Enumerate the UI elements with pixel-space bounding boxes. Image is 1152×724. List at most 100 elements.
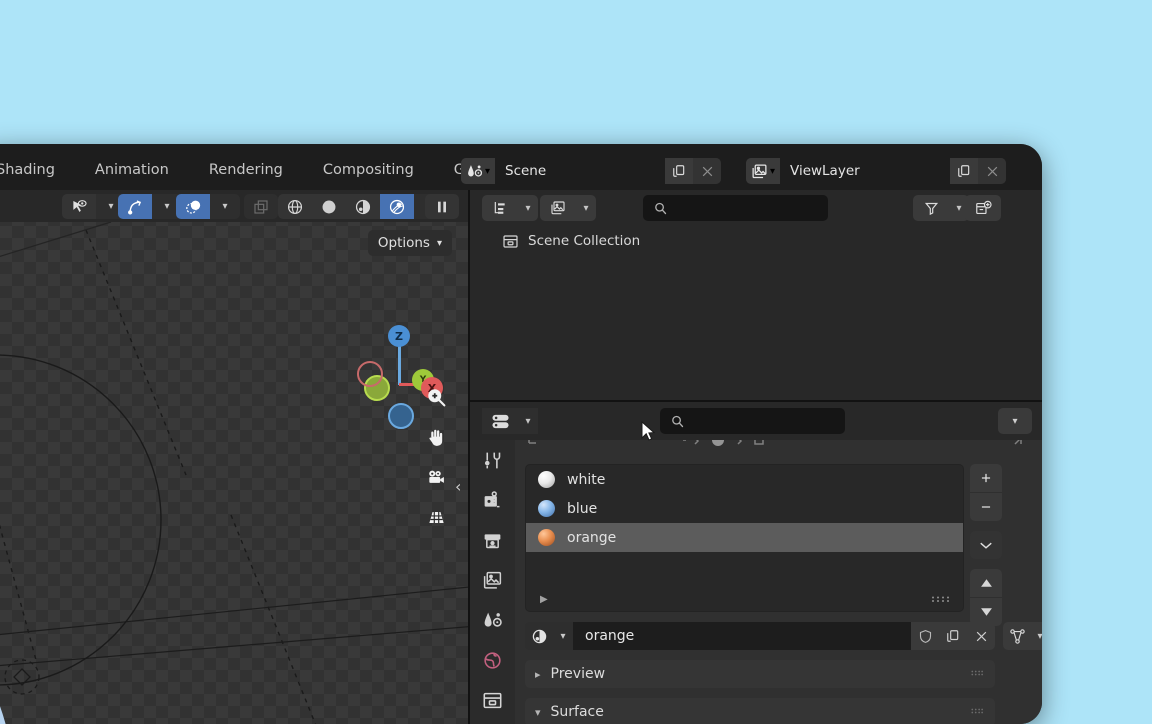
expand-triangle-icon[interactable]: ▶ — [540, 594, 548, 605]
scene-name-field[interactable]: Scene — [495, 158, 665, 184]
panel-header-surface[interactable]: ▾ Surface — [525, 698, 995, 724]
overlays-icon[interactable] — [176, 194, 210, 219]
workspace-tab-compositing[interactable]: Compositing — [303, 162, 434, 178]
material-slot-label: blue — [567, 500, 598, 517]
grid-perspective-icon[interactable] — [419, 500, 453, 534]
new-collection-button[interactable] — [965, 195, 1001, 221]
material-slot-label: orange — [567, 529, 617, 546]
node-tree-icon[interactable] — [1003, 622, 1031, 650]
overlays-group: ▾ — [176, 194, 240, 219]
material-slot-row-selected[interactable]: orange — [526, 523, 963, 552]
gizmo-axis-neg-x[interactable] — [357, 361, 383, 387]
blender-window: Shading Animation Rendering Compositing … — [0, 144, 1042, 724]
pause-icon[interactable] — [425, 194, 459, 219]
workspace-tab-shading[interactable]: Shading — [0, 162, 75, 178]
panel-drag-grip-icon[interactable] — [971, 708, 983, 717]
unlink-scene-button[interactable] — [693, 158, 721, 184]
chevron-down-icon[interactable]: ▾ — [518, 195, 538, 221]
properties-editor-icon[interactable] — [482, 408, 518, 434]
material-slot-list[interactable]: white blue orange ▶ — [525, 464, 964, 612]
funnel-icon[interactable] — [913, 195, 949, 221]
chevron-down-icon[interactable]: ▾ — [576, 195, 596, 221]
hand-icon[interactable] — [419, 420, 453, 454]
search-icon — [655, 202, 667, 214]
material-specials-menu-button[interactable] — [970, 531, 1002, 559]
workspace-tab-animation[interactable]: Animation — [75, 162, 189, 178]
material-slot-row[interactable]: blue — [526, 494, 963, 523]
new-viewlayer-button[interactable] — [950, 158, 978, 184]
material-preview-ball — [538, 471, 555, 488]
chevron-down-icon[interactable]: ▾ — [553, 622, 573, 650]
outliner-row-label: Scene Collection — [528, 233, 641, 249]
panel-header-preview[interactable]: ▸ Preview — [525, 660, 995, 688]
properties-tab-view-layer[interactable] — [470, 560, 515, 600]
rendered-sphere-icon[interactable] — [380, 194, 414, 219]
material-name-field[interactable]: orange — [573, 622, 911, 650]
move-slot-up-button[interactable] — [970, 569, 1002, 597]
chevron-down-icon[interactable] — [970, 531, 1002, 559]
shading-mode-group: ▾ — [278, 194, 444, 219]
sidebar-toggle-arrow-icon[interactable]: ‹ — [455, 477, 461, 496]
outliner-filter[interactable]: ▾ — [913, 195, 969, 221]
overlays-dropdown[interactable]: ▾ — [210, 194, 240, 219]
scene-icon[interactable]: ▾ — [461, 158, 495, 184]
outliner-header: ▾ ▾ ▾ — [470, 190, 1042, 226]
workspace-tab-rendering[interactable]: Rendering — [189, 162, 303, 178]
chevron-down-icon[interactable]: ▾ — [518, 408, 538, 434]
remove-material-slot-button[interactable] — [970, 492, 1002, 521]
outliner-editor[interactable]: ▾ ▾ ▾ Scene Collection — [468, 190, 1042, 406]
camera-icon[interactable] — [419, 460, 453, 494]
view-layer-icon[interactable]: ▾ — [746, 158, 780, 184]
properties-tab-render[interactable] — [470, 480, 515, 520]
remove-viewlayer-button[interactable] — [978, 158, 1006, 184]
properties-search-input[interactable] — [660, 408, 845, 434]
chevron-down-icon: ▾ — [484, 165, 491, 177]
object-type-visibility-group: ▾ — [62, 194, 126, 219]
viewlayer-datablock: ▾ ViewLayer — [746, 158, 1006, 184]
viewport-options-button[interactable]: Options ▾ — [367, 230, 452, 256]
properties-tab-collection[interactable] — [470, 680, 515, 720]
properties-tab-scene[interactable] — [470, 600, 515, 640]
properties-editor-type-selector[interactable]: ▾ — [482, 408, 538, 434]
node-tree-selector[interactable]: ▾ — [1003, 622, 1042, 650]
outliner-row-scene-collection[interactable]: Scene Collection — [470, 230, 1042, 252]
eye-arrow-icon[interactable] — [62, 194, 96, 219]
material-browse-button[interactable]: ▾ — [525, 622, 573, 650]
properties-tab-world[interactable] — [470, 640, 515, 680]
gizmo-axis-z[interactable]: Z — [388, 325, 410, 347]
solid-sphere-icon[interactable] — [312, 194, 346, 219]
properties-tab-tool[interactable] — [470, 440, 515, 480]
material-sphere-icon[interactable] — [346, 194, 380, 219]
fake-user-shield-button[interactable] — [911, 622, 939, 650]
add-material-slot-button[interactable] — [970, 464, 1002, 492]
outliner-filter-id[interactable]: ▾ — [540, 195, 596, 221]
unlink-material-button[interactable] — [967, 622, 995, 650]
viewlayer-name-field[interactable]: ViewLayer — [780, 158, 950, 184]
gizmo-axis-neg-z[interactable] — [388, 403, 414, 429]
panel-drag-grip-icon[interactable] — [971, 670, 983, 679]
magnifier-plus-icon[interactable] — [419, 380, 453, 414]
outliner-display-mode[interactable]: ▾ — [482, 195, 538, 221]
outliner-display-mode-icon[interactable] — [482, 195, 518, 221]
xray-icon[interactable] — [244, 194, 278, 219]
resize-grip-icon[interactable] — [931, 596, 949, 602]
material-slot-label: white — [567, 471, 606, 488]
add-remove-slot-group — [970, 464, 1002, 521]
properties-editor[interactable]: ▾ ▾ white blue orange ▶ ▾ orange ▸ Previ… — [468, 400, 1042, 724]
new-material-button[interactable] — [939, 622, 967, 650]
properties-content: white blue orange ▶ ▾ orange ▸ Preview ▾… — [515, 434, 1042, 724]
new-scene-button[interactable] — [665, 158, 693, 184]
3d-viewport[interactable]: ▾ ▾ ▾ Options ▾ Z X ‹ — [0, 190, 489, 724]
new-collection-icon[interactable] — [965, 195, 1001, 221]
material-slot-row[interactable]: white — [526, 465, 963, 494]
properties-tab-output[interactable] — [470, 520, 515, 560]
properties-tab-object[interactable] — [470, 720, 515, 724]
wireframe-sphere-icon[interactable] — [278, 194, 312, 219]
properties-header-menu-button[interactable]: ▾ — [998, 408, 1032, 434]
material-sphere-icon[interactable] — [525, 622, 553, 650]
gizmo-icon[interactable] — [118, 194, 152, 219]
outliner-search-input[interactable] — [643, 195, 828, 221]
view-layer-icon[interactable] — [540, 195, 576, 221]
chevron-down-icon[interactable]: ▾ — [1031, 622, 1042, 650]
pause-render-group — [425, 194, 459, 219]
